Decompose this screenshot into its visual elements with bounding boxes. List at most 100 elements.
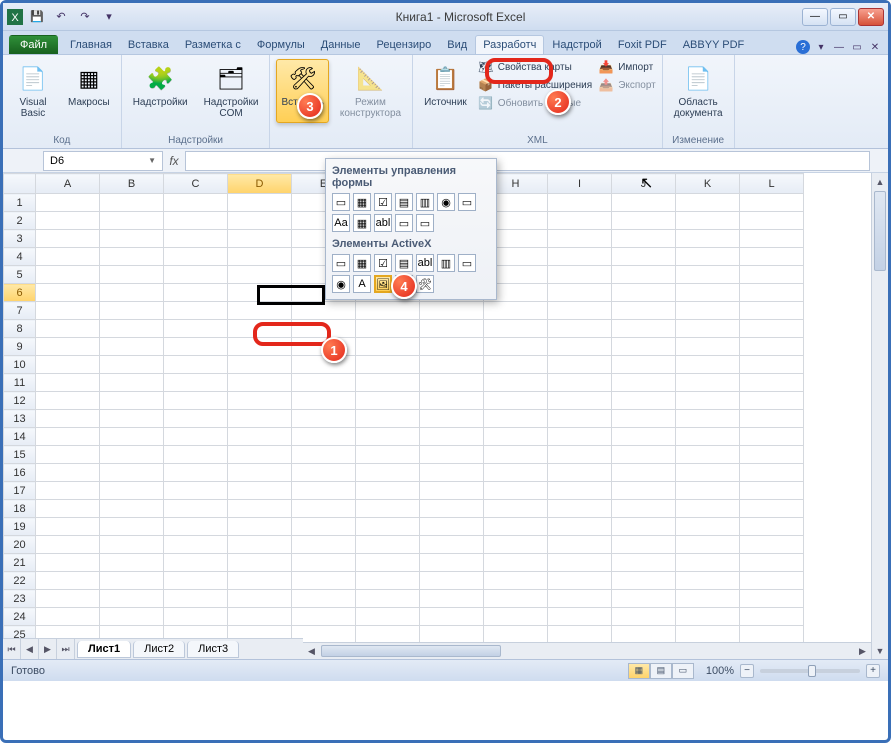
cell-C6[interactable] [164,284,228,302]
col-header-K[interactable]: K [676,174,740,194]
form-control-item-3[interactable]: ▤ [395,193,413,211]
cell-C21[interactable] [164,554,228,572]
cell-G20[interactable] [420,536,484,554]
activex-control-item-5[interactable]: ▥ [437,254,455,272]
addins-button[interactable]: 🧩 Надстройки [128,59,193,112]
cell-L10[interactable] [740,356,804,374]
cell-C9[interactable] [164,338,228,356]
cell-C14[interactable] [164,428,228,446]
xml-expansion-packs-button[interactable]: 📦Пакеты расширения [478,77,592,93]
form-control-item-9[interactable]: abl [374,214,392,232]
cell-J12[interactable] [612,392,676,410]
activex-control-item-11[interactable]: 🛠 [416,275,434,293]
xml-map-properties-button[interactable]: 🗺Свойства карты [478,59,592,75]
cell-E18[interactable] [292,500,356,518]
name-box-dropdown-icon[interactable]: ▼ [148,156,156,165]
cell-F14[interactable] [356,428,420,446]
cell-D20[interactable] [228,536,292,554]
row-header-2[interactable]: 2 [4,212,36,230]
cell-H25[interactable] [484,626,548,644]
xml-export-button[interactable]: 📤Экспорт [598,77,656,93]
cell-F12[interactable] [356,392,420,410]
row-header-15[interactable]: 15 [4,446,36,464]
cell-K7[interactable] [676,302,740,320]
cell-B7[interactable] [100,302,164,320]
tab-insert[interactable]: Вставка [120,35,177,54]
cell-A14[interactable] [36,428,100,446]
cell-K22[interactable] [676,572,740,590]
cell-F21[interactable] [356,554,420,572]
col-header-J[interactable]: J [612,174,676,194]
cell-K25[interactable] [676,626,740,644]
cell-L19[interactable] [740,518,804,536]
row-header-4[interactable]: 4 [4,248,36,266]
close-button[interactable]: ✕ [858,8,884,26]
cell-E14[interactable] [292,428,356,446]
row-header-20[interactable]: 20 [4,536,36,554]
view-normal-button[interactable]: ▦ [628,663,650,679]
form-control-item-0[interactable]: ▭ [332,193,350,211]
cell-L18[interactable] [740,500,804,518]
ribbon-minimize-icon[interactable]: ▾ [814,40,828,54]
cell-B16[interactable] [100,464,164,482]
cell-H7[interactable] [484,302,548,320]
cell-C5[interactable] [164,266,228,284]
cell-E15[interactable] [292,446,356,464]
cell-G9[interactable] [420,338,484,356]
cell-B1[interactable] [100,194,164,212]
activex-control-item-0[interactable]: ▭ [332,254,350,272]
cell-H24[interactable] [484,608,548,626]
row-header-18[interactable]: 18 [4,500,36,518]
cell-I16[interactable] [548,464,612,482]
cell-E23[interactable] [292,590,356,608]
cell-G19[interactable] [420,518,484,536]
cell-K13[interactable] [676,410,740,428]
cell-C19[interactable] [164,518,228,536]
cell-F15[interactable] [356,446,420,464]
cell-D4[interactable] [228,248,292,266]
form-control-item-10[interactable]: ▭ [395,214,413,232]
sheet-tab-2[interactable]: Лист2 [133,641,185,658]
cell-L16[interactable] [740,464,804,482]
cell-F11[interactable] [356,374,420,392]
cell-J3[interactable] [612,230,676,248]
cell-C12[interactable] [164,392,228,410]
cell-J2[interactable] [612,212,676,230]
cell-F16[interactable] [356,464,420,482]
cell-L20[interactable] [740,536,804,554]
cell-K23[interactable] [676,590,740,608]
cell-I25[interactable] [548,626,612,644]
cell-L1[interactable] [740,194,804,212]
row-header-8[interactable]: 8 [4,320,36,338]
cell-A23[interactable] [36,590,100,608]
row-header-3[interactable]: 3 [4,230,36,248]
qat-redo-icon[interactable]: ↷ [75,7,95,27]
cell-D11[interactable] [228,374,292,392]
activex-control-item-9[interactable]: 🖼 [374,275,392,293]
cell-L2[interactable] [740,212,804,230]
cell-C16[interactable] [164,464,228,482]
hscroll-thumb[interactable] [321,645,501,657]
activex-control-item-4[interactable]: abl [416,254,434,272]
tab-addins[interactable]: Надстрой [544,35,609,54]
cell-A12[interactable] [36,392,100,410]
sheet-nav-next-icon[interactable]: ▶ [39,639,57,659]
cell-A6[interactable] [36,284,100,302]
sheet-nav-first-icon[interactable]: ⏮ [3,639,21,659]
cell-I2[interactable] [548,212,612,230]
cell-A11[interactable] [36,374,100,392]
insert-controls-button[interactable]: 🛠 Вставить▾ [276,59,328,123]
hscroll-right-icon[interactable]: ▶ [854,643,871,659]
cell-K8[interactable] [676,320,740,338]
cell-F7[interactable] [356,302,420,320]
cell-I14[interactable] [548,428,612,446]
minimize-button[interactable]: — [802,8,828,26]
cell-K14[interactable] [676,428,740,446]
com-addins-button[interactable]: 🗂 Надстройки COM [199,59,264,123]
cell-H19[interactable] [484,518,548,536]
cell-A8[interactable] [36,320,100,338]
cell-H14[interactable] [484,428,548,446]
cell-K11[interactable] [676,374,740,392]
cell-I7[interactable] [548,302,612,320]
cell-C10[interactable] [164,356,228,374]
